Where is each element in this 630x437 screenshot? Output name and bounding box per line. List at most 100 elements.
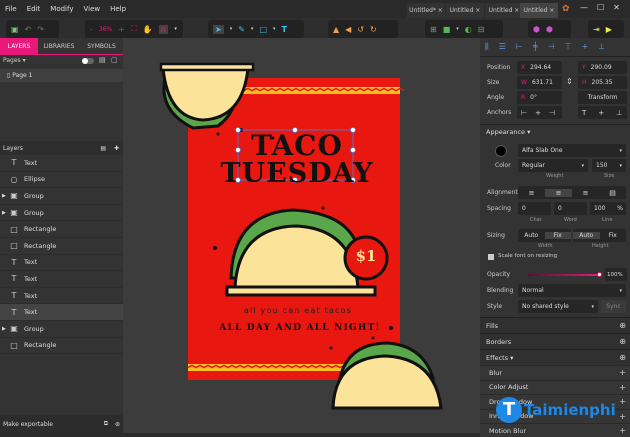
effect-item[interactable]: Blur + bbox=[480, 365, 630, 379]
poster-title-taco[interactable]: TACO bbox=[235, 132, 359, 160]
appearance-header[interactable]: Appearance ▾ bbox=[480, 124, 630, 138]
flip-icon[interactable]: ▲ bbox=[333, 25, 339, 34]
symbol-edit-icon[interactable]: ⬢ bbox=[546, 25, 553, 34]
align-top-icon[interactable]: ⊤ bbox=[565, 42, 572, 52]
boolean-union-icon[interactable]: ■ bbox=[443, 25, 451, 34]
text-align-left-icon[interactable]: ≡ bbox=[518, 189, 545, 197]
add-effect-icon[interactable]: ⊕ bbox=[619, 353, 626, 362]
borders-section[interactable]: Borders ⊕ bbox=[480, 333, 630, 349]
menu-view[interactable]: View bbox=[78, 5, 105, 13]
height-fix-button[interactable]: Fix bbox=[600, 232, 627, 239]
word-spacing-field[interactable]: 0 bbox=[554, 202, 587, 215]
make-exportable-button[interactable]: Make exportable bbox=[3, 421, 53, 428]
text-align-right-icon[interactable]: ≡ bbox=[572, 189, 599, 197]
boolean-subtract-icon[interactable]: ◐ bbox=[465, 25, 472, 34]
char-spacing-field[interactable]: 0 bbox=[518, 202, 551, 215]
undo-icon[interactable]: ↶ bbox=[25, 25, 32, 34]
poster-title-tuesday[interactable]: TUESDAY bbox=[211, 160, 383, 188]
layer-row[interactable]: T Text bbox=[0, 304, 123, 321]
width-auto-button[interactable]: Auto bbox=[518, 232, 545, 239]
price-badge[interactable]: $1 bbox=[345, 247, 387, 265]
canvas[interactable]: TACO TUESDAY $1 all you can eat tacos AL… bbox=[123, 38, 480, 433]
layer-row[interactable]: ▶ ▣ Group bbox=[0, 205, 123, 222]
distribute-v-icon[interactable]: ☰ bbox=[499, 42, 506, 52]
opacity-slider-handle[interactable] bbox=[597, 272, 602, 277]
delete-page-icon[interactable]: ▤ bbox=[99, 56, 106, 64]
zoom-level[interactable]: 36% bbox=[99, 26, 112, 33]
layer-row[interactable]: T Text bbox=[0, 288, 123, 305]
transform-button[interactable]: Transform bbox=[578, 91, 627, 104]
shared-style-select[interactable]: No shared style ▾ bbox=[518, 300, 598, 313]
export-slice-icon[interactable]: ⧉ bbox=[104, 420, 108, 428]
poster-tagline[interactable]: ALL DAY AND ALL NIGHT! bbox=[205, 323, 395, 333]
align-middle-icon[interactable]: + bbox=[582, 42, 589, 52]
y-field[interactable]: Y 290.09 bbox=[578, 61, 627, 74]
close-icon[interactable]: ✕ bbox=[613, 3, 620, 12]
text-tool-icon[interactable]: T bbox=[282, 25, 287, 34]
fills-section[interactable]: Fills ⊕ bbox=[480, 317, 630, 333]
fit-icon[interactable]: ⛶ bbox=[131, 24, 137, 34]
effect-item[interactable]: Color Adjust + bbox=[480, 379, 630, 394]
pen-tool-icon[interactable]: ✎ bbox=[238, 25, 245, 34]
align-bottom-icon[interactable]: ⊥ bbox=[598, 42, 605, 52]
font-size-select[interactable]: 150 ▾ bbox=[592, 159, 626, 172]
height-auto-button[interactable]: Auto bbox=[573, 232, 600, 239]
opacity-slider[interactable] bbox=[528, 272, 602, 277]
minimize-icon[interactable]: — bbox=[580, 3, 588, 12]
distribute-h-icon[interactable]: ⫼ bbox=[485, 42, 489, 52]
layer-row[interactable]: T Text bbox=[0, 255, 123, 272]
angle-field[interactable]: R 0° bbox=[517, 91, 562, 104]
color-swatch[interactable] bbox=[495, 145, 507, 157]
add-effect-item-icon[interactable]: + bbox=[619, 368, 626, 377]
w-field[interactable]: W 631.71 bbox=[517, 76, 562, 89]
rotate-right-icon[interactable]: ↻ bbox=[370, 25, 377, 34]
menu-modify[interactable]: Modify bbox=[45, 5, 78, 13]
menu-help[interactable]: Help bbox=[105, 5, 131, 13]
ungroup-icon[interactable]: ⊟ bbox=[478, 25, 485, 34]
blending-select[interactable]: Normal ▾ bbox=[518, 284, 626, 297]
preview-play-icon[interactable]: ▶ bbox=[606, 25, 612, 34]
add-effect-item-icon[interactable]: + bbox=[619, 426, 626, 435]
anchors-horizontal[interactable]: ⊢ + ⊣ bbox=[517, 106, 562, 119]
page-item[interactable]: ▯ Page 1 bbox=[0, 69, 123, 82]
rectangle-tool-icon[interactable]: □ bbox=[259, 25, 267, 34]
zoom-in-button[interactable]: + bbox=[118, 25, 125, 34]
effect-item[interactable]: Motion Blur + bbox=[480, 423, 630, 437]
align-left-icon[interactable]: ⊢ bbox=[516, 42, 523, 52]
scale-font-checkbox[interactable] bbox=[488, 254, 494, 260]
add-border-icon[interactable]: ⊕ bbox=[619, 337, 626, 346]
rotate-left-icon[interactable]: ↺ bbox=[357, 25, 364, 34]
zoom-out-button[interactable]: - bbox=[90, 25, 93, 34]
text-align-center-icon[interactable]: ≡ bbox=[545, 188, 572, 197]
doc-tab-2[interactable]: Untitled × bbox=[446, 3, 484, 18]
hand-icon[interactable]: ✋ bbox=[143, 25, 153, 34]
align-right-icon[interactable]: ⊣ bbox=[548, 42, 555, 52]
h-field[interactable]: H 205.35 bbox=[578, 76, 627, 89]
pages-toggle[interactable] bbox=[82, 58, 94, 64]
tab-layers[interactable]: LAYERS bbox=[0, 38, 38, 55]
width-fix-button[interactable]: Fix bbox=[544, 232, 571, 239]
layer-row[interactable]: ▶ ▣ Group bbox=[0, 188, 123, 205]
line-spacing-field[interactable]: 100% bbox=[590, 202, 626, 215]
x-field[interactable]: X 294.64 bbox=[517, 61, 562, 74]
settings-icon[interactable]: ⊛ bbox=[115, 421, 120, 428]
save-icon[interactable]: ▣ bbox=[11, 25, 19, 34]
lock-ratio-icon[interactable]: ⇕ bbox=[566, 77, 573, 86]
add-fill-icon[interactable]: ⊕ bbox=[619, 321, 626, 330]
select-tool-icon[interactable]: ➤ bbox=[213, 24, 224, 34]
tab-libraries[interactable]: LIBRARIES bbox=[38, 38, 80, 55]
layer-row[interactable]: T Text bbox=[0, 155, 123, 172]
opacity-field[interactable]: 100% bbox=[605, 268, 627, 281]
menu-edit[interactable]: Edit bbox=[22, 5, 46, 13]
layer-row[interactable]: □ Rectangle bbox=[0, 238, 123, 255]
group-icon[interactable]: ⊞ bbox=[430, 25, 437, 34]
anchors-vertical[interactable]: T + ⊥ bbox=[578, 106, 627, 119]
delete-layer-icon[interactable]: ▤ bbox=[100, 145, 106, 152]
tab-symbols[interactable]: SYMBOLS bbox=[80, 38, 123, 55]
effects-section[interactable]: Effects ▾ ⊕ bbox=[480, 349, 630, 365]
doc-tab-1[interactable]: Untitled* × bbox=[407, 3, 445, 18]
add-effect-item-icon[interactable]: + bbox=[619, 397, 626, 406]
layer-row[interactable]: ○ Ellipse bbox=[0, 172, 123, 189]
magnet-icon[interactable]: ∩ bbox=[158, 24, 169, 34]
layer-row[interactable]: □ Rectangle bbox=[0, 338, 123, 355]
